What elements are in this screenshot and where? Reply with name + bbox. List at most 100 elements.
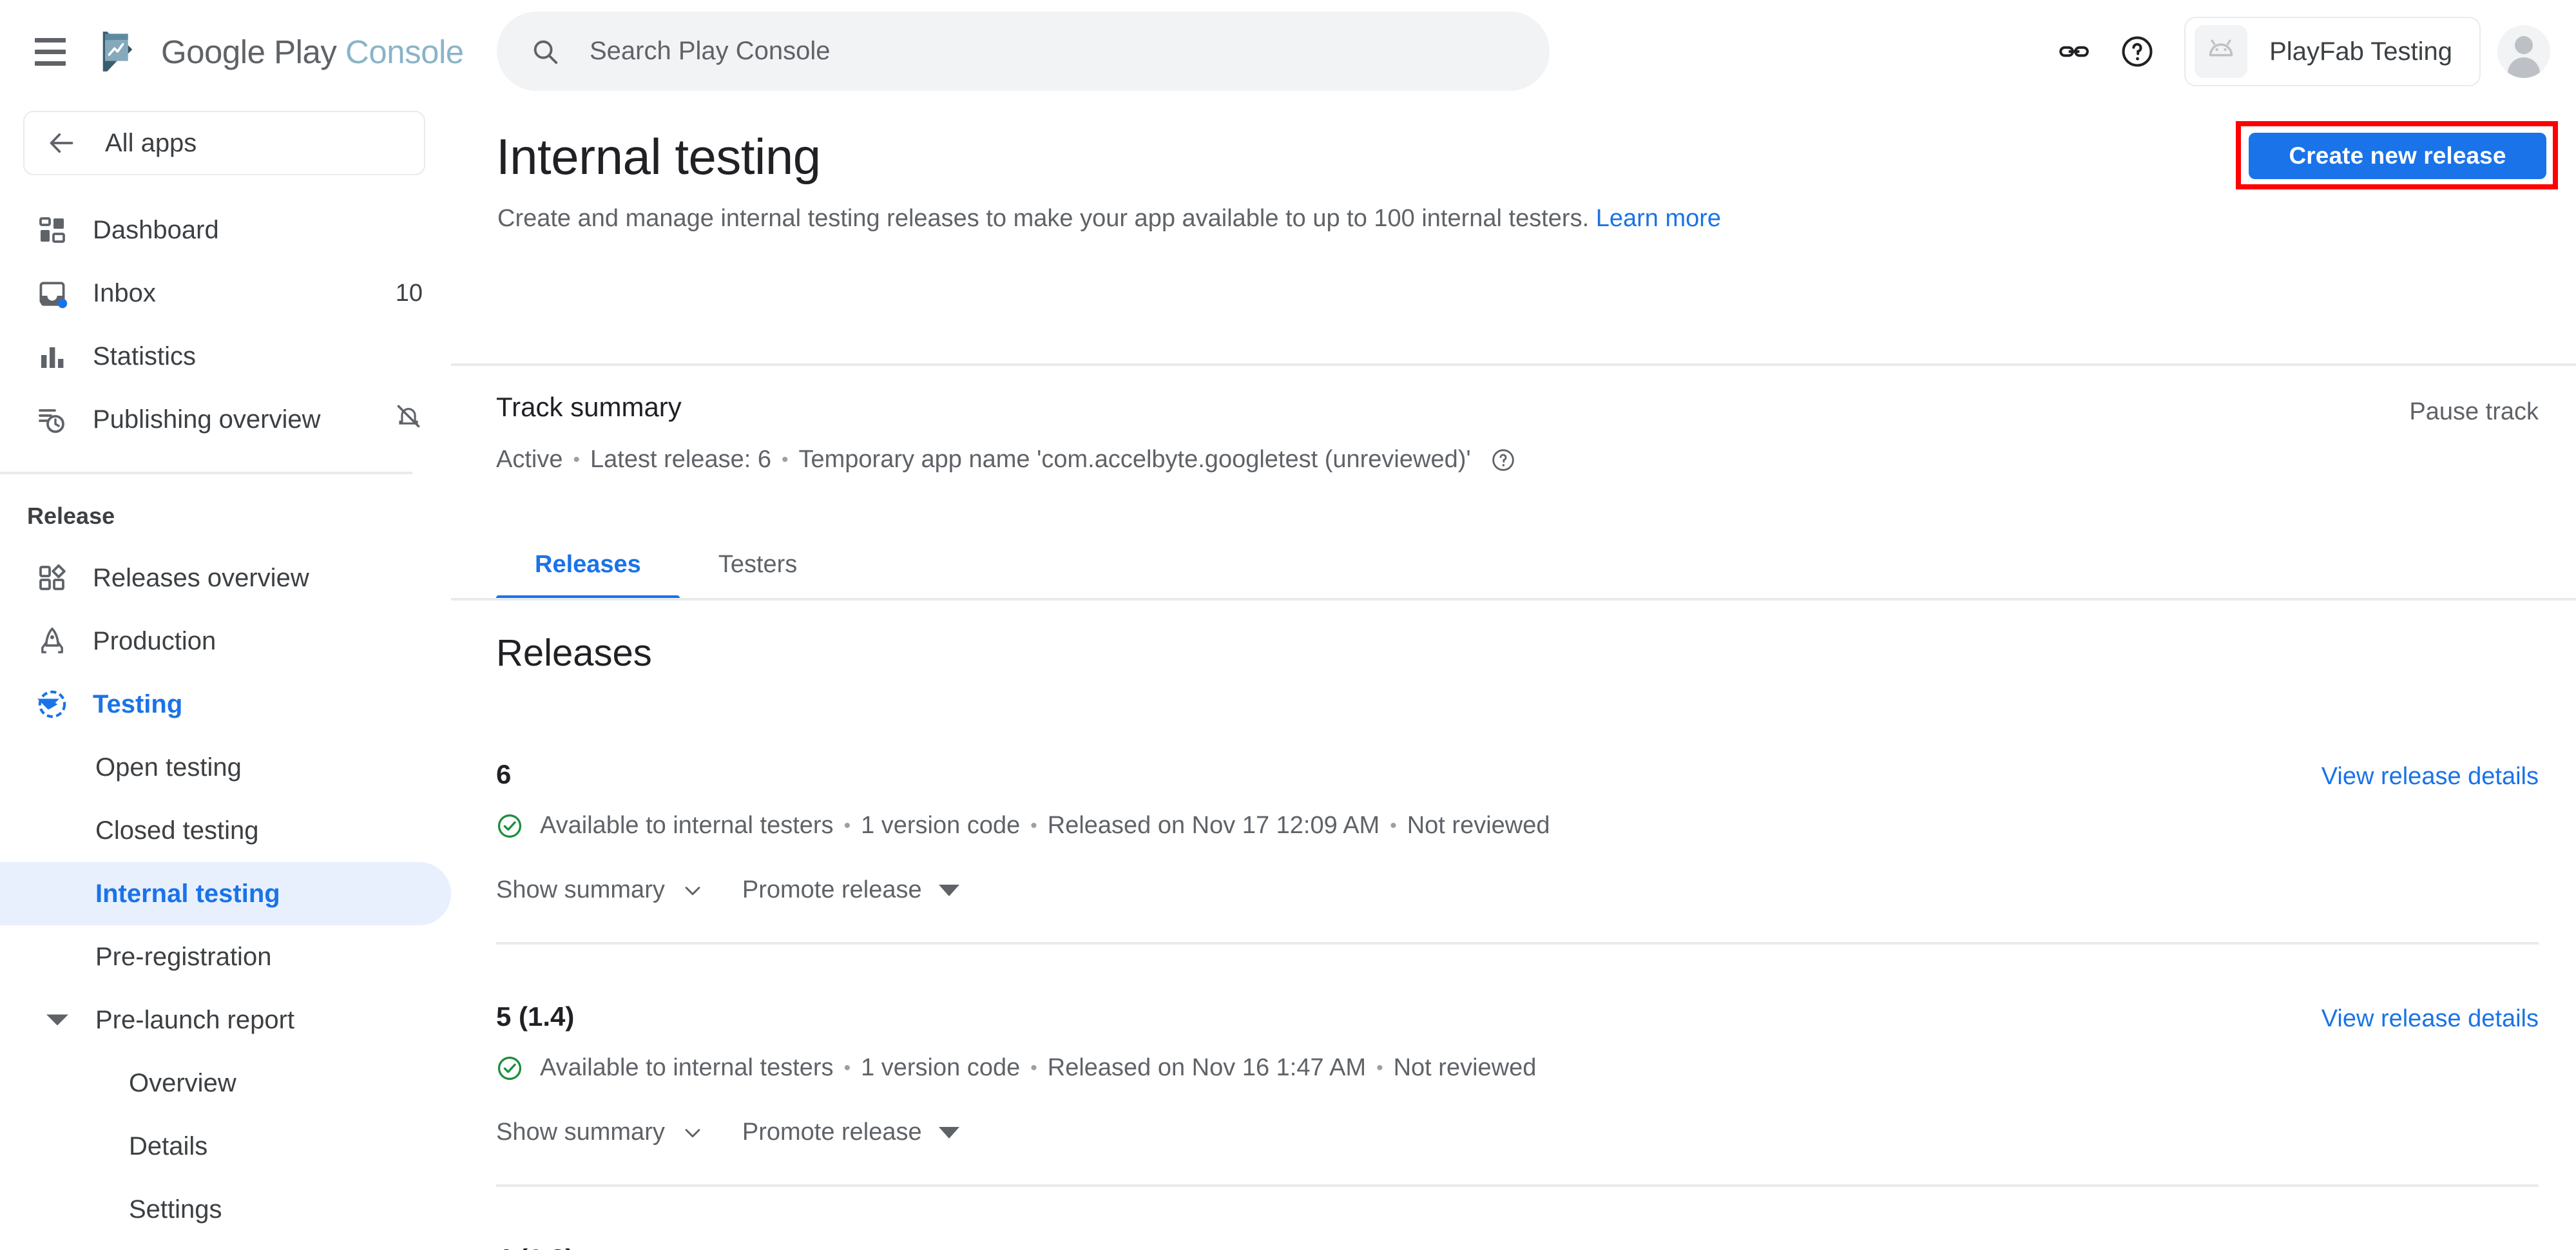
sidebar-item-inbox[interactable]: Inbox 10: [0, 262, 451, 325]
pause-track-button[interactable]: Pause track: [2409, 398, 2539, 426]
top-bar-actions: PlayFab Testing: [2043, 0, 2550, 103]
meta-separator: •: [781, 448, 789, 470]
chevron-down-icon[interactable]: [37, 698, 59, 710]
user-avatar-icon[interactable]: [2497, 25, 2550, 78]
release-review-state: Not reviewed: [1407, 812, 1550, 839]
release-review-state: Not reviewed: [1393, 1054, 1537, 1081]
search-icon: [533, 40, 558, 64]
android-robot-icon: [2195, 25, 2248, 78]
sidebar-item-overview[interactable]: Overview: [0, 1052, 451, 1115]
sidebar-item-label: Publishing overview: [93, 405, 321, 434]
dashboard-grid-icon: [36, 214, 68, 246]
learn-more-link[interactable]: Learn more: [1596, 205, 1721, 232]
sidebar-item-testing[interactable]: Testing: [0, 673, 451, 736]
release-version: 4 (1.3): [496, 1244, 574, 1250]
sidebar-item-label: Settings: [129, 1195, 222, 1224]
all-apps-button[interactable]: All apps: [23, 111, 425, 175]
show-summary-label: Show summary: [496, 1119, 665, 1146]
meta-separator: •: [1030, 1057, 1037, 1079]
promote-release-button[interactable]: Promote release: [742, 1119, 959, 1146]
create-new-release-button[interactable]: Create new release: [2249, 133, 2546, 179]
release-actions: Show summary Promote release: [496, 876, 998, 904]
sidebar-item-label: Pre-launch report: [95, 1005, 295, 1034]
sidebar-item-production[interactable]: Production: [0, 610, 451, 673]
bar-chart-icon: [36, 340, 68, 372]
view-release-details-link[interactable]: View release details: [2321, 1247, 2539, 1250]
link-icon[interactable]: [2043, 20, 2106, 83]
google-play-console-brand[interactable]: Google Play Console: [97, 26, 464, 77]
sidebar-item-dashboard[interactable]: Dashboard: [0, 198, 451, 262]
inbox-badge-count: 10: [395, 279, 423, 307]
releases-overview-icon: [36, 562, 68, 594]
chevron-down-icon[interactable]: [46, 1014, 68, 1026]
app-account-chip[interactable]: PlayFab Testing: [2184, 17, 2481, 86]
show-summary-button[interactable]: Show summary: [496, 1119, 704, 1146]
sidebar-item-label: Open testing: [95, 753, 242, 782]
sidebar-item-label: Overview: [129, 1068, 236, 1097]
sidebar-item-open-testing[interactable]: Open testing: [0, 736, 451, 799]
sidebar-section-release-label: Release: [27, 503, 115, 529]
track-temp-app-name: Temporary app name 'com.accelbyte.google…: [798, 446, 1471, 473]
bell-off-icon[interactable]: [394, 402, 423, 437]
meta-separator: •: [573, 448, 580, 470]
meta-separator: •: [1376, 1057, 1383, 1079]
brand-text: Google Play Console: [161, 33, 464, 71]
release-divider: [496, 1184, 2539, 1187]
sidebar-item-label: Testing: [93, 689, 183, 718]
sidebar-item-label: Statistics: [93, 341, 197, 370]
tab-releases[interactable]: Releases: [496, 528, 680, 601]
release-version: 5 (1.4): [496, 1001, 575, 1032]
tab-label: Testers: [718, 550, 798, 578]
sidebar-item-statistics[interactable]: Statistics: [0, 325, 451, 388]
sidebar-item-label: Pre-registration: [95, 942, 272, 971]
release-released-on: Released on Nov 16 1:47 AM: [1047, 1054, 1367, 1081]
sidebar-item-pre-registration[interactable]: Pre-registration: [0, 925, 451, 988]
sidebar-item-releases-overview[interactable]: Releases overview: [0, 546, 451, 610]
help-circle-icon[interactable]: [1490, 447, 1516, 473]
release-status: Available to internal testers • 1 versio…: [496, 812, 1550, 840]
meta-separator: •: [843, 814, 851, 836]
release-released-on: Released on Nov 17 12:09 AM: [1047, 812, 1380, 839]
tab-testers[interactable]: Testers: [680, 528, 836, 601]
sidebar-item-label: Internal testing: [95, 879, 280, 908]
show-summary-label: Show summary: [496, 876, 665, 903]
page-subtitle-text: Create and manage internal testing relea…: [497, 205, 1590, 232]
search-placeholder: Search Play Console: [590, 37, 831, 65]
sidebar-item-internal-testing[interactable]: Internal testing: [0, 862, 451, 925]
arrow-left-icon: [50, 133, 73, 153]
release-availability: Available to internal testers: [540, 812, 834, 839]
sidebar-item-label: Production: [93, 626, 216, 655]
check-circle-icon: [497, 1056, 522, 1080]
sidebar-item-pre-launch-report[interactable]: Pre-launch report: [0, 988, 451, 1052]
track-status: Active: [496, 446, 563, 473]
brand-google-play: Google Play: [161, 33, 337, 70]
sidebar-item-details[interactable]: Details: [0, 1115, 451, 1178]
promote-release-label: Promote release: [742, 1119, 922, 1146]
top-app-bar: Google Play Console Search Play Console: [0, 0, 2576, 103]
sidebar-item-settings[interactable]: Settings: [0, 1178, 451, 1241]
sidebar-item-label: Details: [129, 1131, 208, 1160]
track-summary-title: Track summary: [496, 392, 682, 422]
meta-separator: •: [843, 1057, 851, 1079]
sidebar-item-label: Inbox: [93, 278, 156, 307]
view-release-details-link[interactable]: View release details: [2321, 763, 2539, 791]
page-subtitle: Create and manage internal testing relea…: [497, 205, 1721, 233]
chevron-down-icon: [685, 1128, 700, 1137]
release-version-code: 1 version code: [861, 1054, 1021, 1081]
sidebar-item-closed-testing[interactable]: Closed testing: [0, 799, 451, 862]
release-availability: Available to internal testers: [540, 1054, 834, 1081]
help-circle-icon[interactable]: [2106, 20, 2169, 83]
sidebar-item-label: Dashboard: [93, 215, 219, 244]
sidebar-item-publishing-overview[interactable]: Publishing overview: [0, 388, 451, 451]
account-name: PlayFab Testing: [2269, 37, 2452, 66]
tab-label: Releases: [535, 550, 641, 578]
promote-release-button[interactable]: Promote release: [742, 876, 959, 904]
search-input[interactable]: Search Play Console: [497, 12, 1550, 91]
view-release-details-link[interactable]: View release details: [2321, 1005, 2539, 1033]
brand-console: Console: [345, 33, 464, 70]
track-latest-release: Latest release: 6: [590, 446, 771, 473]
check-circle-icon: [497, 814, 522, 838]
show-summary-button[interactable]: Show summary: [496, 876, 704, 904]
hamburger-menu-icon[interactable]: [27, 28, 73, 75]
track-tabs: Releases Testers: [496, 528, 836, 601]
